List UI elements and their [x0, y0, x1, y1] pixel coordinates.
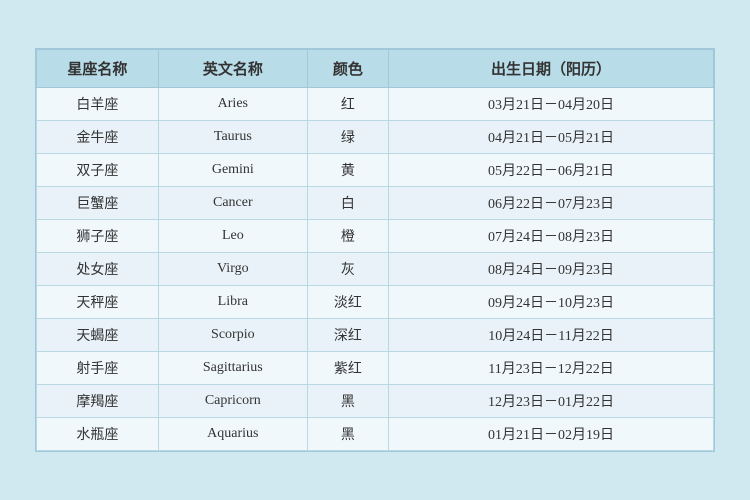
cell-english-name: Gemini	[158, 154, 307, 187]
cell-date: 08月24日－09月23日	[389, 253, 714, 286]
cell-date: 10月24日－11月22日	[389, 319, 714, 352]
cell-color: 橙	[307, 220, 388, 253]
cell-date: 05月22日－06月21日	[389, 154, 714, 187]
table-row: 天蝎座Scorpio深红10月24日－11月22日	[37, 319, 714, 352]
cell-color: 绿	[307, 121, 388, 154]
table-row: 天秤座Libra淡红09月24日－10月23日	[37, 286, 714, 319]
cell-chinese-name: 双子座	[37, 154, 159, 187]
cell-date: 03月21日－04月20日	[389, 88, 714, 121]
table-row: 水瓶座Aquarius黑01月21日－02月19日	[37, 418, 714, 451]
cell-english-name: Capricorn	[158, 385, 307, 418]
cell-english-name: Virgo	[158, 253, 307, 286]
table-row: 巨蟹座Cancer白06月22日－07月23日	[37, 187, 714, 220]
header-date: 出生日期（阳历）	[389, 50, 714, 88]
cell-chinese-name: 狮子座	[37, 220, 159, 253]
cell-color: 灰	[307, 253, 388, 286]
cell-color: 淡红	[307, 286, 388, 319]
table-row: 白羊座Aries红03月21日－04月20日	[37, 88, 714, 121]
cell-english-name: Taurus	[158, 121, 307, 154]
header-chinese-name: 星座名称	[37, 50, 159, 88]
cell-english-name: Sagittarius	[158, 352, 307, 385]
cell-chinese-name: 金牛座	[37, 121, 159, 154]
header-english-name: 英文名称	[158, 50, 307, 88]
cell-color: 深红	[307, 319, 388, 352]
cell-chinese-name: 水瓶座	[37, 418, 159, 451]
cell-english-name: Aquarius	[158, 418, 307, 451]
cell-english-name: Scorpio	[158, 319, 307, 352]
cell-color: 黑	[307, 385, 388, 418]
cell-chinese-name: 巨蟹座	[37, 187, 159, 220]
cell-date: 07月24日－08月23日	[389, 220, 714, 253]
cell-date: 06月22日－07月23日	[389, 187, 714, 220]
cell-english-name: Libra	[158, 286, 307, 319]
table-row: 金牛座Taurus绿04月21日－05月21日	[37, 121, 714, 154]
cell-color: 红	[307, 88, 388, 121]
table-row: 狮子座Leo橙07月24日－08月23日	[37, 220, 714, 253]
cell-chinese-name: 白羊座	[37, 88, 159, 121]
cell-color: 紫红	[307, 352, 388, 385]
cell-date: 12月23日－01月22日	[389, 385, 714, 418]
cell-chinese-name: 摩羯座	[37, 385, 159, 418]
cell-date: 04月21日－05月21日	[389, 121, 714, 154]
cell-color: 黄	[307, 154, 388, 187]
table-row: 处女座Virgo灰08月24日－09月23日	[37, 253, 714, 286]
cell-chinese-name: 天蝎座	[37, 319, 159, 352]
cell-color: 黑	[307, 418, 388, 451]
cell-chinese-name: 射手座	[37, 352, 159, 385]
header-color: 颜色	[307, 50, 388, 88]
cell-chinese-name: 天秤座	[37, 286, 159, 319]
table-header-row: 星座名称 英文名称 颜色 出生日期（阳历）	[37, 50, 714, 88]
cell-english-name: Cancer	[158, 187, 307, 220]
table-body: 白羊座Aries红03月21日－04月20日金牛座Taurus绿04月21日－0…	[37, 88, 714, 451]
cell-color: 白	[307, 187, 388, 220]
table-row: 射手座Sagittarius紫红11月23日－12月22日	[37, 352, 714, 385]
cell-english-name: Aries	[158, 88, 307, 121]
zodiac-table-container: 星座名称 英文名称 颜色 出生日期（阳历） 白羊座Aries红03月21日－04…	[35, 48, 715, 452]
cell-date: 09月24日－10月23日	[389, 286, 714, 319]
table-row: 双子座Gemini黄05月22日－06月21日	[37, 154, 714, 187]
cell-english-name: Leo	[158, 220, 307, 253]
cell-date: 01月21日－02月19日	[389, 418, 714, 451]
table-row: 摩羯座Capricorn黑12月23日－01月22日	[37, 385, 714, 418]
zodiac-table: 星座名称 英文名称 颜色 出生日期（阳历） 白羊座Aries红03月21日－04…	[36, 49, 714, 451]
cell-date: 11月23日－12月22日	[389, 352, 714, 385]
cell-chinese-name: 处女座	[37, 253, 159, 286]
